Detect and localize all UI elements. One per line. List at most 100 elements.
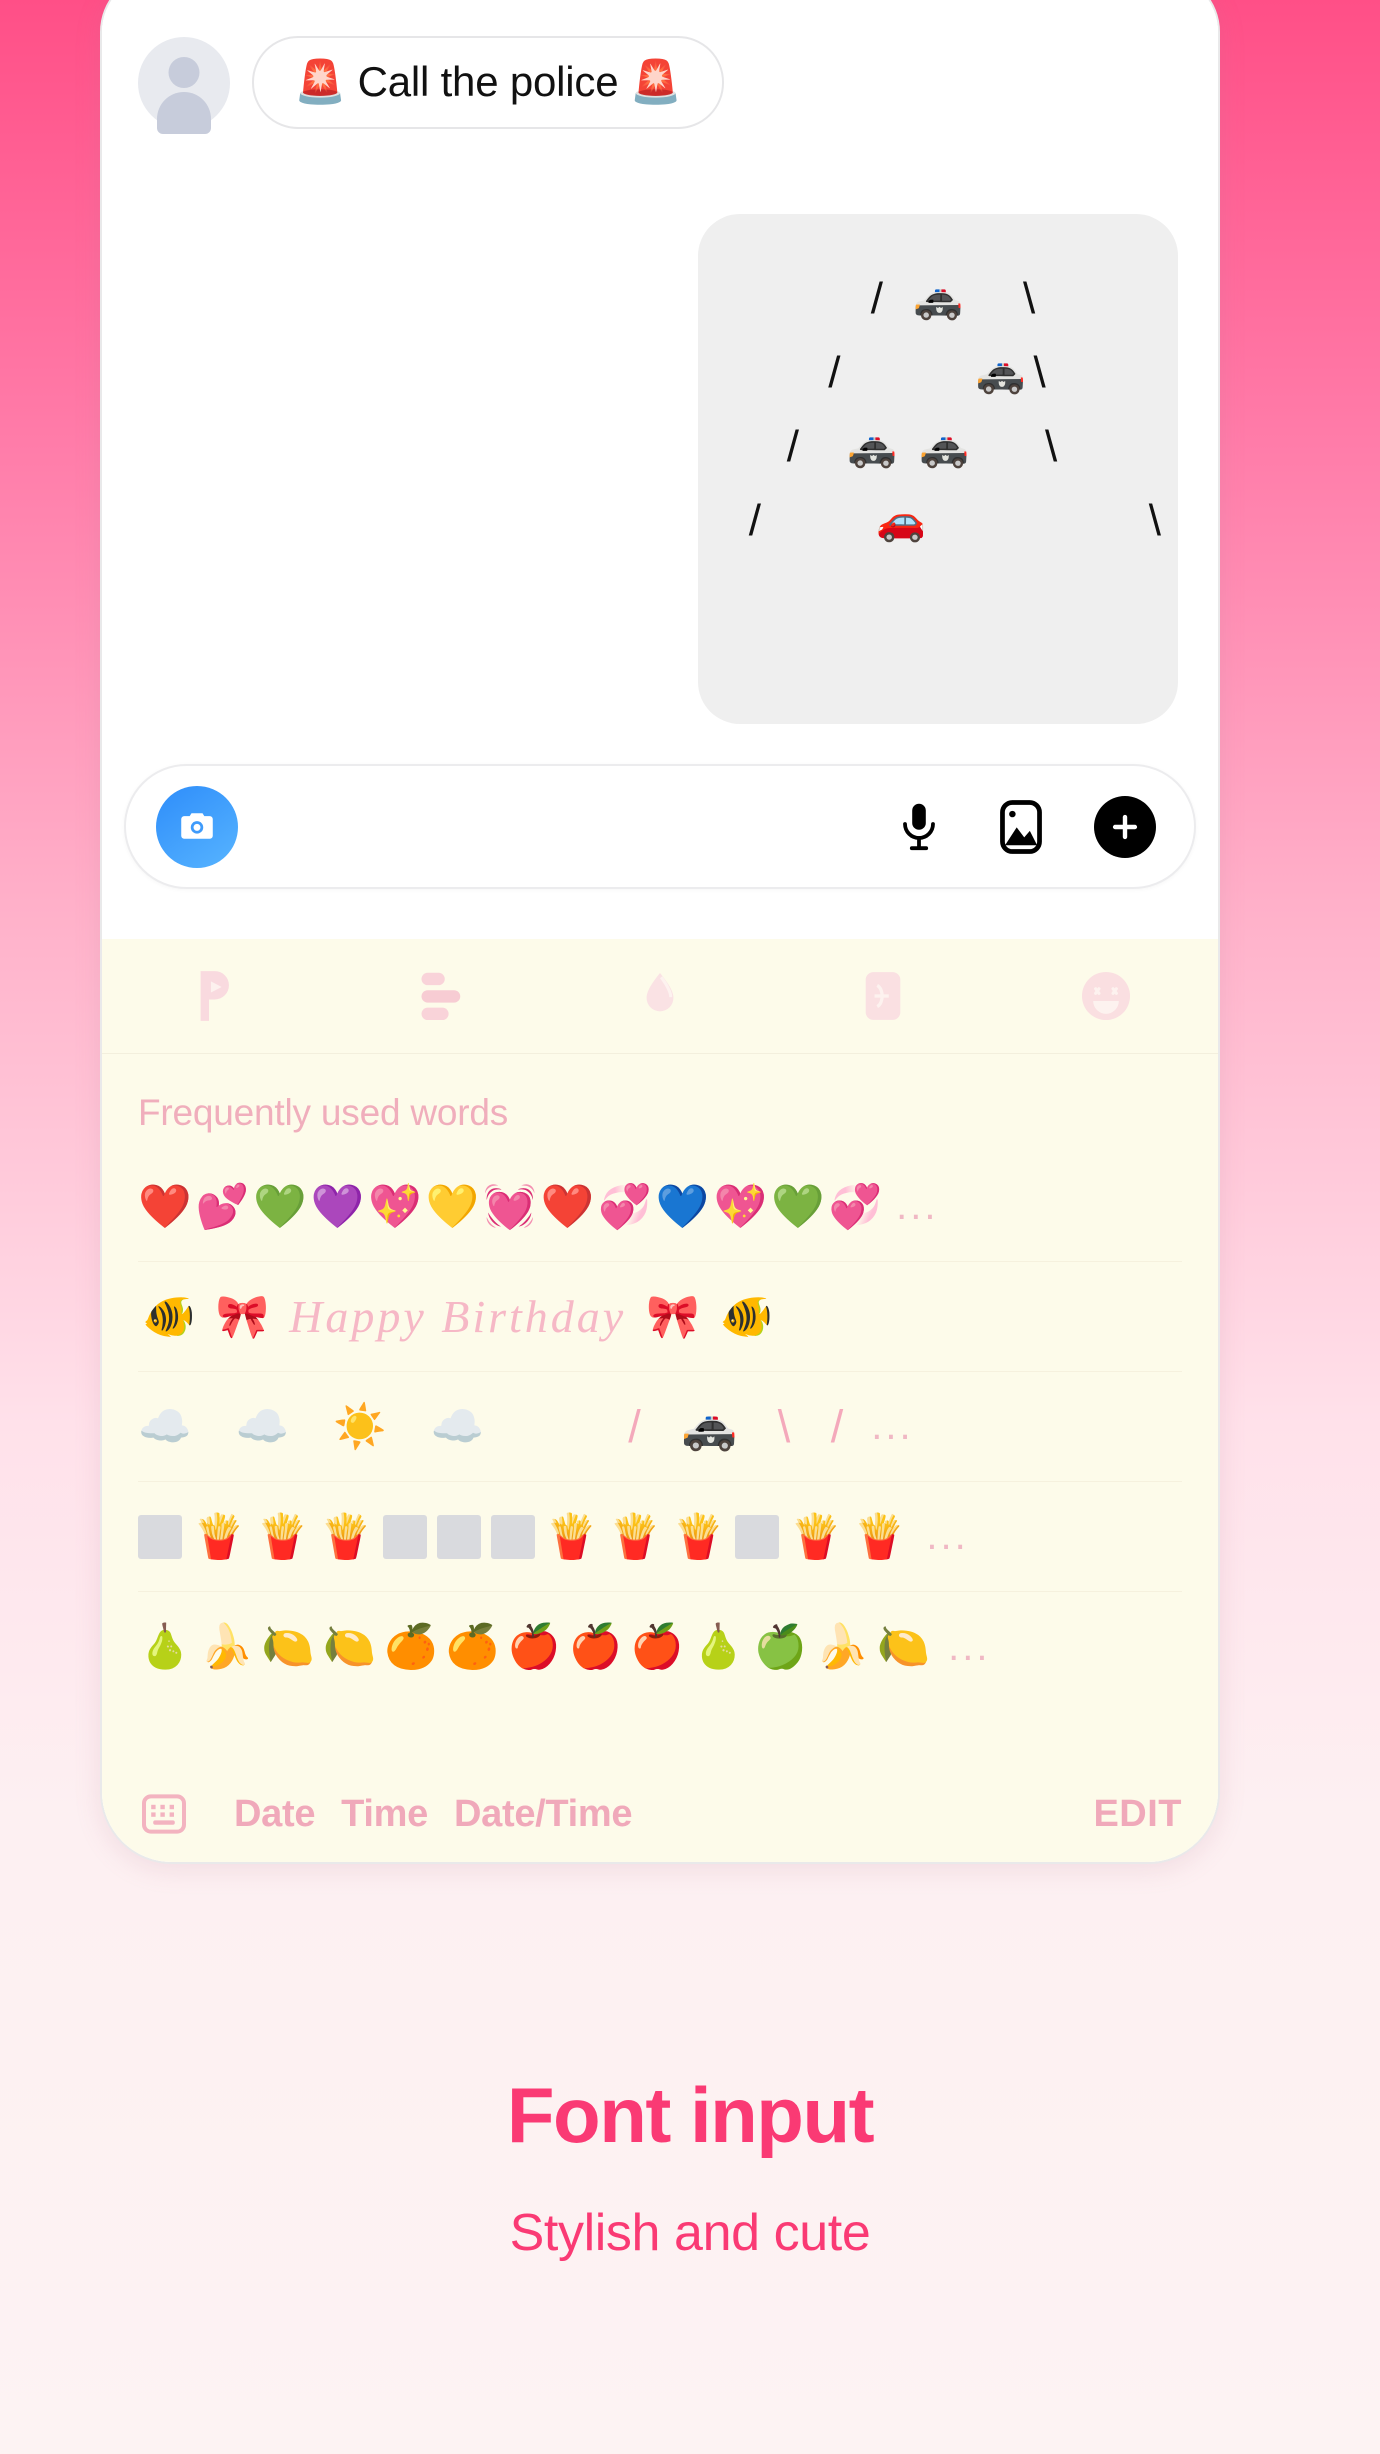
- emoji: 💙: [655, 1182, 710, 1231]
- keyboard-content: Frequently used words ❤️ 💕 💚 💜 💖 💛 💓 ❤️ …: [102, 1054, 1218, 1702]
- emoji: 🍎: [568, 1623, 623, 1671]
- list-item-fries[interactable]: 🍟 🍟 🍟 🍟 🍟 🍟 🍟 🍟 ...: [138, 1482, 1182, 1592]
- emoji: 💞: [828, 1182, 883, 1231]
- emoji: 💚: [771, 1182, 825, 1231]
- keyboard-icon: [142, 1794, 186, 1834]
- emoji: 🍋: [261, 1623, 315, 1671]
- slash-right: \: [1023, 274, 1036, 323]
- emoji: ☁️: [430, 1402, 485, 1451]
- art-emoji: 🚓: [975, 351, 1026, 395]
- emoji: 🍏: [753, 1623, 808, 1671]
- message-row-incoming: 🚨 Call the police 🚨: [138, 36, 724, 129]
- emoji-art-card[interactable]: / 🚓 \ / 🚓 \ / 🚓🚓 \ / 🚗 \: [698, 214, 1178, 724]
- page-title: Font input: [506, 2071, 875, 2159]
- row-overflow-ellipsis[interactable]: ...: [896, 1184, 938, 1229]
- row-overflow-ellipsis[interactable]: ...: [926, 1514, 968, 1559]
- emoji: 💕: [195, 1182, 250, 1231]
- tab-emoji[interactable]: [995, 939, 1218, 1053]
- section-title: Frequently used words: [138, 1092, 509, 1133]
- emoji: 💜: [310, 1182, 365, 1231]
- missing-glyph: [436, 1514, 481, 1559]
- art-emoji: 🚓🚓: [847, 425, 991, 469]
- tab-sticker-p[interactable]: [102, 939, 325, 1053]
- emoji: 💖: [713, 1182, 768, 1231]
- message-input-bar[interactable]: [124, 764, 1196, 889]
- emoji: ❤️: [138, 1182, 192, 1231]
- missing-glyph: [138, 1514, 182, 1559]
- emoji: 🎀: [215, 1292, 270, 1341]
- missing-glyph: [735, 1514, 780, 1559]
- art-emoji: 🚓: [913, 277, 963, 321]
- promo-block: Font input Stylish and cute: [0, 2070, 1380, 2263]
- phone-screen: 🚨 Call the police 🚨 / 🚓 \ / 🚓 \ / 🚓🚓 \ /…: [102, 0, 1218, 1862]
- mic-button[interactable]: [890, 798, 948, 856]
- tab-lines[interactable]: [325, 939, 548, 1053]
- emoji: ❤️: [540, 1182, 595, 1231]
- date-time-button[interactable]: Date/Time: [454, 1793, 633, 1836]
- row-overflow-ellipsis[interactable]: ...: [948, 1625, 990, 1670]
- slash-left: /: [786, 422, 799, 471]
- date-button[interactable]: Date: [234, 1793, 315, 1836]
- p-letter-icon: [200, 971, 229, 1021]
- camera-button[interactable]: [156, 785, 238, 868]
- tab-drop[interactable]: [548, 939, 771, 1053]
- page-subtitle: Stylish and cute: [509, 2204, 871, 2262]
- emoji: 🍟: [852, 1512, 907, 1561]
- plus-icon: [1112, 814, 1138, 839]
- art-line: / 🚗 \: [698, 484, 1178, 558]
- art-emoji: 🚗: [876, 499, 926, 543]
- emoji: 🍟: [192, 1512, 246, 1561]
- drop-icon: [646, 973, 674, 1012]
- chat-area: 🚨 Call the police 🚨 / 🚓 \ / 🚓 \ / 🚓🚓 \ /…: [102, 0, 1218, 794]
- row-overflow-ellipsis[interactable]: ...: [871, 1404, 913, 1449]
- emoji: 🍎: [630, 1623, 684, 1671]
- emoji: 💖: [368, 1182, 422, 1231]
- keyboard-panel: Frequently used words ❤️ 💕 💚 💜 💖 💛 💓 ❤️ …: [102, 939, 1218, 1862]
- emoji: 🐠: [142, 1292, 196, 1341]
- art-line: / 🚓 \: [698, 262, 1178, 336]
- slash-right: \: [1045, 422, 1058, 471]
- slash-right: \: [1148, 496, 1161, 545]
- list-item-fruit[interactable]: 🍐 🍌 🍋 🍋 🍊 🍊 🍎 🍎 🍎 🍐 🍏 🍌 🍋 ...: [138, 1592, 1182, 1702]
- emoji: 🍟: [319, 1512, 373, 1561]
- microphone-icon: [903, 803, 935, 850]
- add-button[interactable]: [1094, 795, 1156, 858]
- emoji: 🍐: [691, 1623, 746, 1671]
- smiley-icon: [1082, 971, 1131, 1021]
- photo-button[interactable]: [992, 798, 1050, 856]
- phone-frame: 🚨 Call the police 🚨 / 🚓 \ / 🚓 \ / 🚓🚓 \ /…: [100, 0, 1220, 1864]
- list-item-hearts[interactable]: ❤️ 💕 💚 💜 💖 💛 💓 ❤️ 💞 💙 💖 💚 💞 ...: [138, 1152, 1182, 1262]
- art-line: / 🚓 \: [698, 336, 1178, 410]
- keyboard-button[interactable]: [138, 1788, 190, 1840]
- photo-icon: [1000, 799, 1042, 854]
- keyboard-footer: Date Time Date/Time EDIT: [102, 1766, 1218, 1862]
- emoji: 🍐: [138, 1623, 192, 1671]
- tab-translate[interactable]: [772, 939, 995, 1053]
- edit-button[interactable]: EDIT: [1093, 1793, 1182, 1836]
- time-button[interactable]: Time: [341, 1793, 428, 1836]
- avatar: [138, 36, 230, 129]
- emoji: 🍟: [255, 1512, 310, 1561]
- emoji: ☁️: [235, 1402, 290, 1451]
- weather-art: / 🚓 \ /: [628, 1401, 858, 1452]
- slash-left: /: [828, 348, 841, 397]
- emoji: 🍟: [544, 1512, 599, 1561]
- message-bubble[interactable]: 🚨 Call the police 🚨: [252, 36, 724, 129]
- list-item-birthday[interactable]: 🐠 🎀 Happy Birthday 🎀 🐠: [138, 1262, 1182, 1372]
- emoji: 🍟: [608, 1512, 662, 1561]
- list-item-weather[interactable]: ☁️ ☁️ ☀️ ☁️ / 🚓 \ / ...: [138, 1372, 1182, 1482]
- birthday-text: Happy Birthday: [289, 1291, 627, 1342]
- emoji: 🍟: [671, 1512, 726, 1561]
- emoji: 🎀: [646, 1292, 700, 1341]
- keyboard-tabs: [102, 939, 1218, 1054]
- art-line: / 🚓🚓 \: [698, 410, 1178, 484]
- slash-left: /: [870, 274, 883, 323]
- emoji: 🐠: [719, 1292, 774, 1341]
- emoji: ☁️: [138, 1402, 192, 1451]
- emoji: 🍋: [876, 1623, 931, 1671]
- emoji: 💞: [598, 1182, 652, 1231]
- missing-glyph: [382, 1514, 427, 1559]
- emoji: 💓: [483, 1182, 537, 1231]
- emoji: 🍊: [445, 1623, 500, 1671]
- emoji: 🍌: [199, 1623, 254, 1671]
